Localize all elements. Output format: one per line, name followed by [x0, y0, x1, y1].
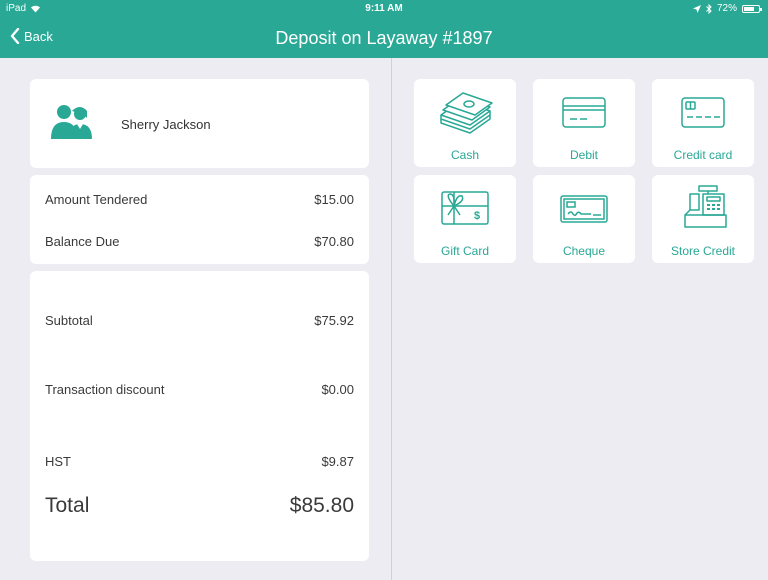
cash-icon [440, 92, 493, 134]
page-title: Deposit on Layaway #1897 [275, 28, 493, 48]
payment-tile-credit-card[interactable]: Credit card [652, 79, 754, 167]
total-label: Total [45, 494, 90, 517]
payment-label-credit-card: Credit card [673, 148, 733, 162]
discount-row[interactable]: Transaction discount $0.00 [45, 382, 354, 397]
status-time: 9:11 AM [365, 3, 403, 14]
payment-tile-gift-card[interactable]: $ Gift Card [414, 175, 516, 263]
subtotal-label: Subtotal [45, 313, 93, 328]
tender-card: Amount Tendered $15.00 Balance Due $70.8… [30, 175, 369, 264]
cheque-icon [560, 195, 608, 223]
cash-register-icon [684, 185, 727, 228]
debit-card-icon [562, 97, 606, 128]
navigation-header: iPad 9:11 AM 72% Back Deposit on Layaway… [0, 0, 768, 58]
svg-text:$: $ [474, 210, 480, 222]
credit-card-icon [681, 97, 725, 128]
customer-avatar-icon [51, 105, 92, 139]
customer-name: Sherry Jackson [121, 117, 211, 132]
location-icon [692, 4, 701, 13]
payment-tile-cheque[interactable]: Cheque [533, 175, 635, 263]
payment-label-debit: Debit [569, 148, 598, 162]
payment-label-gift-card: Gift Card [440, 244, 489, 258]
discount-label: Transaction discount [45, 382, 165, 397]
tax-row: HST $9.87 [45, 454, 354, 469]
status-bar: iPad 9:11 AM 72% [0, 0, 768, 18]
order-summary-pane: Sherry Jackson Amount Tendered $15.00 Ba… [0, 58, 391, 580]
battery-percent: 72% [716, 3, 737, 14]
amount-tendered-label: Amount Tendered [45, 192, 148, 207]
total-value: $85.80 [289, 494, 354, 517]
battery-icon [742, 4, 762, 13]
payment-tile-cash[interactable]: Cash [414, 79, 516, 167]
customer-card[interactable]: Sherry Jackson [30, 79, 369, 168]
payment-label-store-credit: Store Credit [670, 244, 736, 258]
total-row: Total $85.80 [45, 494, 354, 518]
tax-value: $9.87 [321, 454, 354, 469]
payment-tile-store-credit[interactable]: Store Credit [652, 175, 754, 263]
totals-card: Subtotal $75.92 Transaction discount $0.… [30, 271, 369, 561]
subtotal-value: $75.92 [314, 313, 354, 328]
balance-due-row: Balance Due $70.80 [45, 234, 354, 249]
tax-label: HST [45, 454, 71, 469]
amount-tendered-row: Amount Tendered $15.00 [45, 192, 354, 207]
gift-card-icon: $ [441, 191, 489, 225]
balance-due-value: $70.80 [314, 234, 354, 249]
discount-value: $0.00 [321, 382, 354, 397]
payment-methods-pane: Cash Debit Credit card $ Gift Card Chequ… [392, 58, 768, 580]
bluetooth-icon [706, 3, 712, 14]
amount-tendered-value: $15.00 [314, 192, 354, 207]
subtotal-row: Subtotal $75.92 [45, 313, 354, 328]
payment-label-cash: Cash [450, 148, 479, 162]
payment-label-cheque: Cheque [562, 244, 606, 258]
payment-tile-debit[interactable]: Debit [533, 79, 635, 167]
balance-due-label: Balance Due [45, 234, 120, 249]
